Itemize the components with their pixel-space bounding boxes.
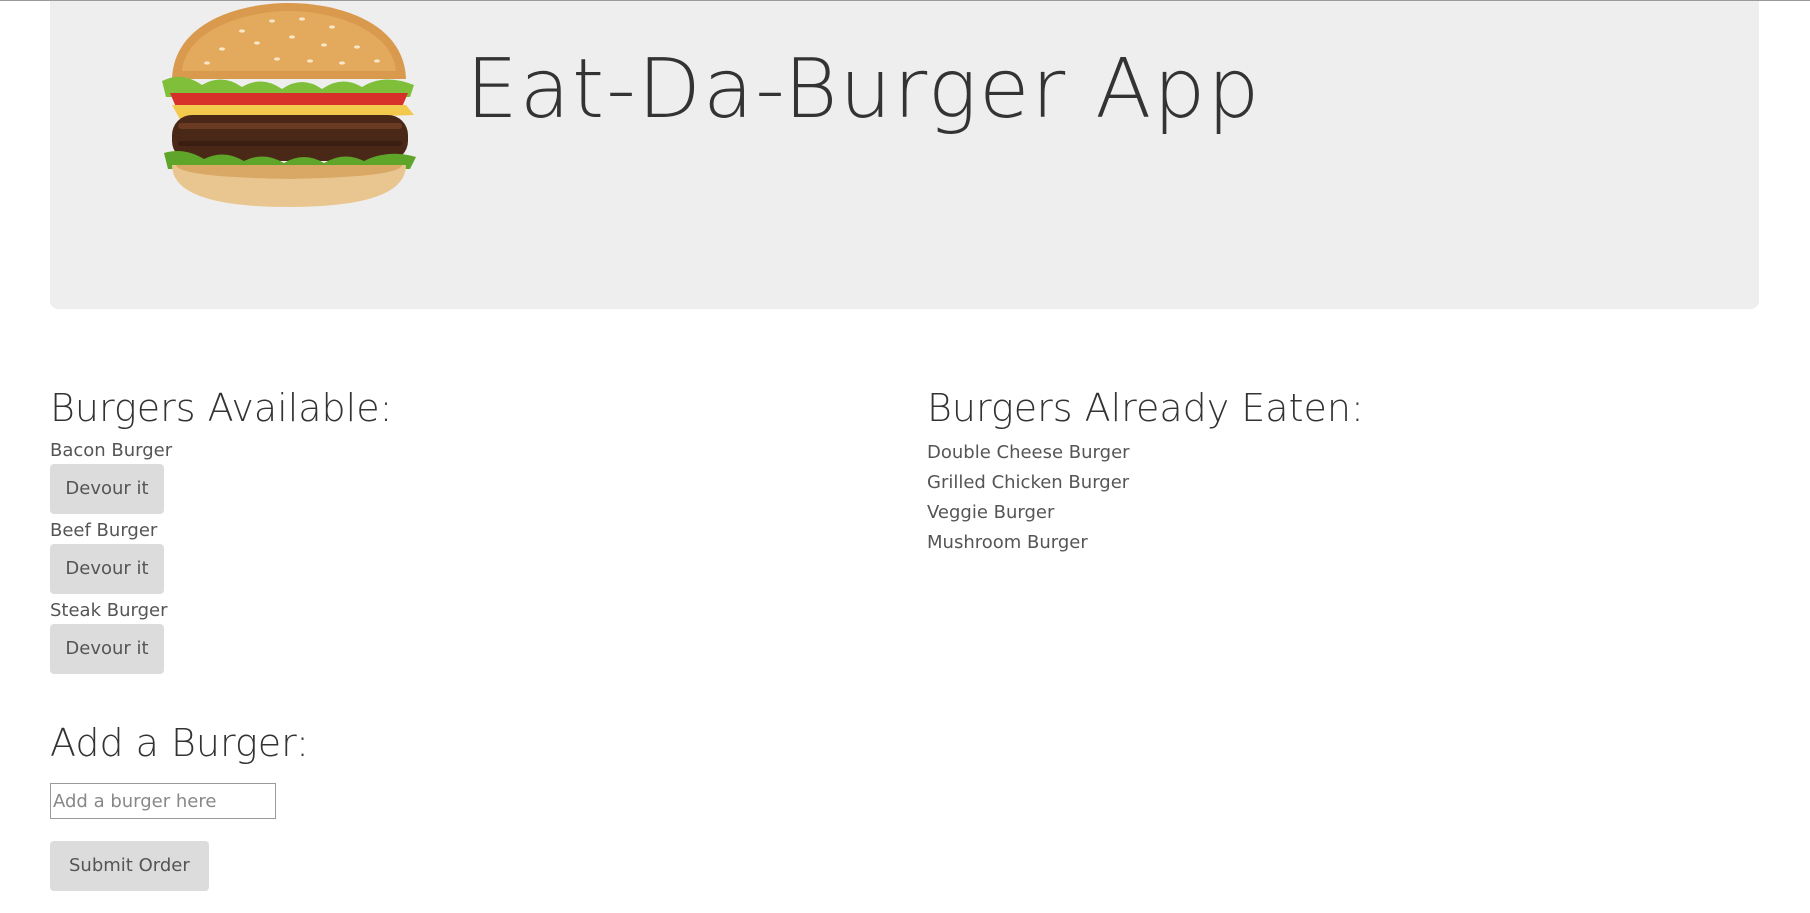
list-item: Double Cheese Burger [927,442,1130,463]
burger-name: Steak Burger [50,600,168,621]
list-item: Steak Burger Devour it [50,598,870,678]
list-item: Grilled Chicken Burger [927,472,1130,493]
eaten-heading: Burgers Already Eaten: [927,386,1364,430]
devour-button[interactable]: Devour it [50,624,164,674]
submit-order-button[interactable]: Submit Order [50,841,209,891]
available-section: Burgers Available: Bacon Burger Devour i… [50,384,870,678]
app-title: Eat-Da-Burger App [466,42,1262,137]
burger-name: Bacon Burger [50,440,173,461]
burger-name: Beef Burger [50,520,158,541]
header-jumbotron: Eat-Da-Burger App [50,1,1759,309]
list-item: Beef Burger Devour it [50,518,870,598]
available-list: Bacon Burger Devour it Beef Burger Devou… [50,438,870,678]
eaten-list: Double Cheese Burger Grilled Chicken Bur… [927,438,1747,558]
add-heading: Add a Burger: [50,721,309,765]
devour-button[interactable]: Devour it [50,544,164,594]
list-item: Mushroom Burger [927,532,1088,553]
list-item: Veggie Burger [927,502,1055,523]
devour-button[interactable]: Devour it [50,464,164,514]
eaten-section: Burgers Already Eaten: Double Cheese Bur… [927,384,1747,558]
list-item: Bacon Burger Devour it [50,438,870,518]
available-heading: Burgers Available: [50,386,393,430]
add-burger-form: Add a Burger: Submit Order [50,719,309,891]
burger-input[interactable] [50,783,276,819]
burger-icon [162,3,416,207]
